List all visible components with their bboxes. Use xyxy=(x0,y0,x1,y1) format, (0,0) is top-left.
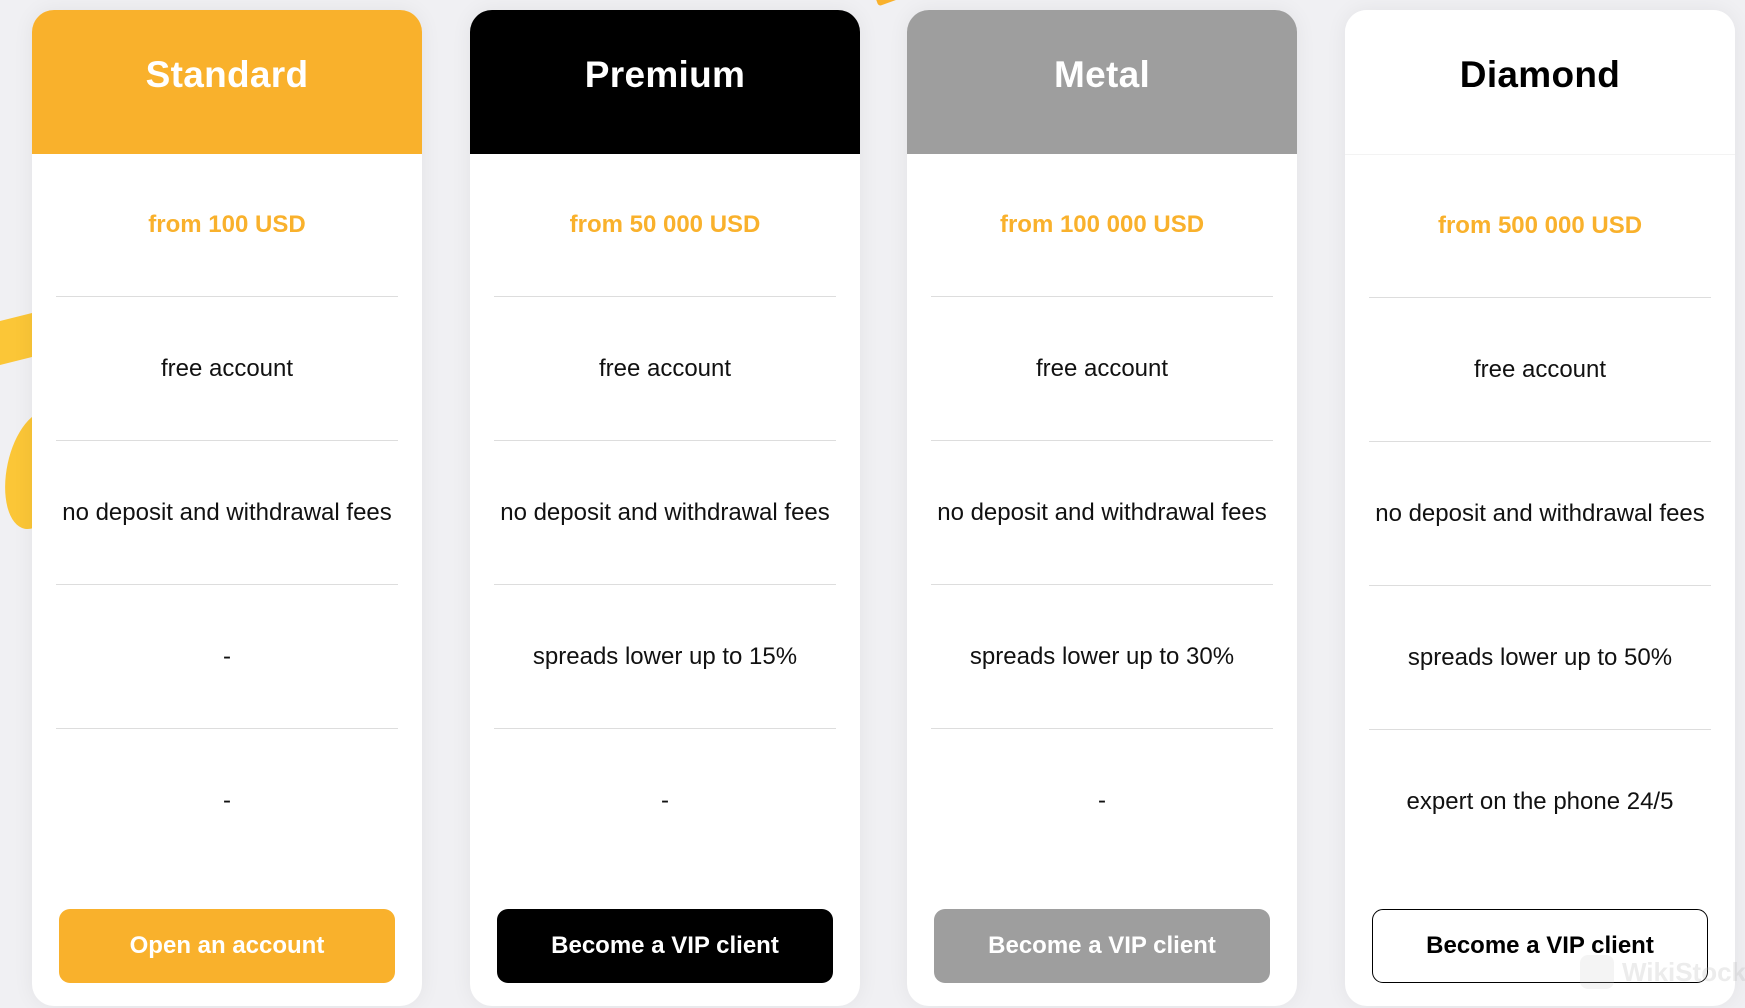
plan-header: Standard xyxy=(32,10,422,154)
feature-row: - xyxy=(661,787,669,814)
feature-row: spreads lower up to 30% xyxy=(931,585,1273,729)
watermark: WikiStock xyxy=(1580,955,1745,989)
watermark-text: WikiStock xyxy=(1622,956,1745,987)
feature-row: spreads lower up to 15% xyxy=(494,585,836,729)
plan-price: from 500 000 USD xyxy=(1369,155,1711,298)
plan-title: Metal xyxy=(1053,54,1151,95)
feature-row: no deposit and withdrawal fees xyxy=(56,441,398,585)
plan-card-diamond: Diamond from 500 000 USD free account no… xyxy=(1345,10,1735,1006)
feature-row: free account xyxy=(931,297,1273,441)
plan-card-premium: Premium from 50 000 USD free account no … xyxy=(470,10,860,1006)
plan-title: Diamond xyxy=(1459,54,1621,95)
feature-row: free account xyxy=(1369,298,1711,442)
plan-price: from 100 USD xyxy=(56,154,398,297)
decorative-shape-top xyxy=(873,0,905,7)
feature-row: free account xyxy=(56,297,398,441)
plan-card-metal: Metal from 100 000 USD free account no d… xyxy=(907,10,1297,1006)
feature-row: free account xyxy=(494,297,836,441)
decorative-band-left xyxy=(0,312,34,368)
feature-row: - xyxy=(56,585,398,729)
plan-card-standard: Standard from 100 USD free account no de… xyxy=(32,10,422,1006)
plan-header: Premium xyxy=(470,10,860,154)
open-account-button[interactable]: Open an account xyxy=(59,909,395,983)
plan-title: Premium xyxy=(584,54,746,95)
feature-row: expert on the phone 24/5 xyxy=(1406,788,1674,815)
watermark-logo-icon xyxy=(1580,955,1614,989)
feature-row: no deposit and withdrawal fees xyxy=(494,441,836,585)
become-vip-button-premium[interactable]: Become a VIP client xyxy=(497,909,833,983)
plan-header: Metal xyxy=(907,10,1297,154)
feature-row: no deposit and withdrawal fees xyxy=(931,441,1273,585)
feature-row: - xyxy=(223,787,231,814)
feature-row: - xyxy=(1098,787,1106,814)
become-vip-button-metal[interactable]: Become a VIP client xyxy=(934,909,1270,983)
feature-row: no deposit and withdrawal fees xyxy=(1369,442,1711,586)
feature-row: spreads lower up to 50% xyxy=(1369,586,1711,730)
plan-price: from 50 000 USD xyxy=(494,154,836,297)
plan-price: from 100 000 USD xyxy=(931,154,1273,297)
plan-title: Standard xyxy=(145,54,309,95)
plan-header: Diamond xyxy=(1345,10,1735,155)
